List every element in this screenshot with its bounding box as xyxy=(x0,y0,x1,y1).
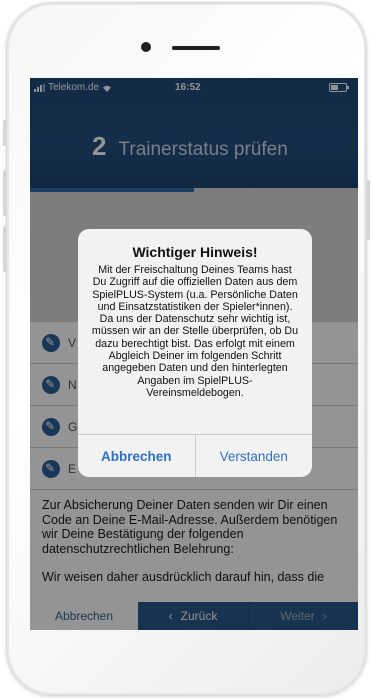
mute-switch xyxy=(3,120,6,146)
dialog-message: Mit der Freischaltung Deines Teams hast … xyxy=(91,264,299,399)
dialog-cancel-button[interactable]: Abbrechen xyxy=(78,435,195,477)
power-button xyxy=(367,180,370,240)
front-camera xyxy=(141,42,151,52)
important-notice-dialog: Wichtiger Hinweis! Mit der Freischaltung… xyxy=(78,229,312,477)
earpiece-speaker xyxy=(172,46,220,50)
volume-down-button xyxy=(3,226,6,272)
app-screen: 2 Trainerstatus prüfen Telekom.de 16:52 … xyxy=(30,78,358,630)
volume-up-button xyxy=(3,170,6,216)
dialog-title: Wichtiger Hinweis! xyxy=(132,244,258,260)
dialog-confirm-button[interactable]: Verstanden xyxy=(196,435,313,477)
dialog-actions: Abbrechen Verstanden xyxy=(78,435,312,477)
